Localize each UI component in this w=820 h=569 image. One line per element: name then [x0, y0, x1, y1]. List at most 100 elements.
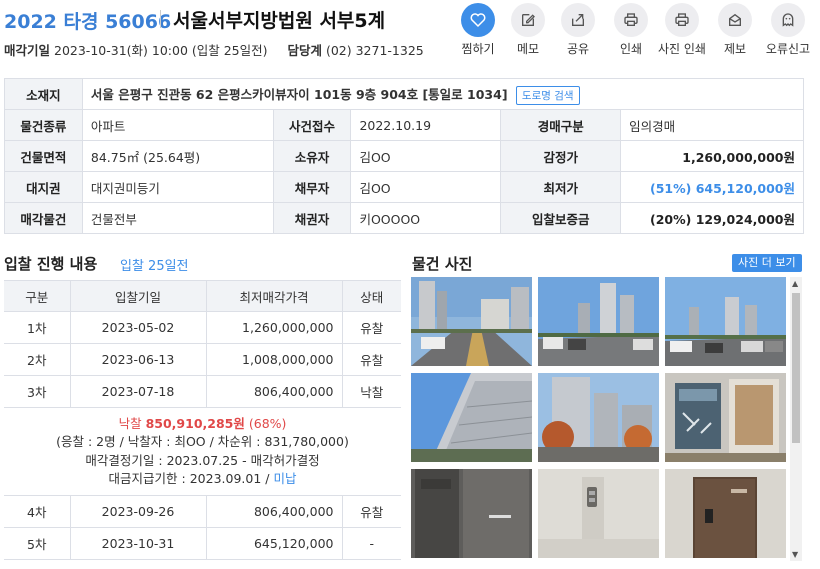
table-row: 1차 2023-05-02 1,260,000,000 유찰 [4, 311, 401, 344]
error-report-button[interactable]: 오류신고 [760, 3, 816, 57]
date-cell: 2023-10-31 [70, 527, 207, 560]
address-cell: 서울 은평구 진관동 62 은평스카이뷰자이 101동 9층 904호 [통일로… [81, 78, 805, 110]
table-row: 5차 2023-10-31 645,120,000 - [4, 527, 401, 560]
address-value: 서울 은평구 진관동 62 은평스카이뷰자이 101동 9층 904호 [통일로… [90, 86, 508, 102]
status-cell: 낙찰 [342, 375, 401, 408]
payment-line: 대금지급기한 : 2023.09.01 / 미납 [4, 470, 401, 489]
info-value: 2022.10.19 [350, 109, 502, 141]
memo-label: 메모 [516, 42, 540, 56]
more-photos-button[interactable]: 사진 더 보기 [732, 254, 802, 272]
photo-scrollbar[interactable]: ▲ ▼ [790, 277, 802, 561]
scroll-up-icon[interactable]: ▲ [792, 279, 798, 288]
road-search-button[interactable]: 도로명 검색 [515, 85, 580, 105]
sale-info: 매각기일 2023-10-31(화) 10:00 (입찰 25일전) 담당계 (… [4, 40, 424, 59]
property-photo[interactable] [538, 277, 659, 366]
deposit-value: (20%) 129,024,000원 [620, 202, 804, 234]
property-photo[interactable] [411, 469, 532, 558]
memo-button[interactable]: 메모 [500, 3, 556, 57]
bidding-dday: 입찰 25일전 [120, 259, 189, 274]
info-value: 84.75㎡ (25.64평) [81, 140, 274, 172]
sold-rate: (68%) [248, 415, 287, 431]
print-icon [665, 3, 699, 37]
info-row: 물건종류 아파트 사건접수 2022.10.19 경매구분 임의경매 [4, 109, 804, 141]
date-cell: 2023-07-18 [70, 375, 207, 408]
property-photo[interactable] [665, 469, 786, 558]
action-bar: 찜하기 메모 공유 인쇄 사진 인쇄 제보 오류신고 [450, 3, 818, 59]
info-label: 채무자 [272, 171, 352, 203]
scroll-thumb[interactable] [792, 293, 800, 443]
info-label: 채권자 [272, 202, 352, 234]
status-cell: - [342, 527, 401, 560]
report-label: 제보 [723, 42, 747, 56]
info-label: 입찰보증금 [500, 202, 622, 234]
property-photo[interactable] [411, 277, 532, 366]
round-cell: 3차 [4, 375, 71, 408]
property-photo[interactable] [665, 277, 786, 366]
favorite-label: 찜하기 [461, 42, 495, 56]
sale-detail: 낙찰 850,910,285원 (68%) (응찰 : 2명 / 낙찰자 : 최… [4, 407, 401, 496]
info-label: 매각물건 [4, 202, 83, 234]
case-number: 2022 타경 56066 [4, 11, 172, 33]
bidding-title: 입찰 진행 내용 [4, 255, 98, 273]
info-value: 임의경매 [620, 109, 804, 141]
column-header: 최저매각가격 [206, 280, 343, 312]
error-report-label: 오류신고 [765, 42, 811, 56]
price-cell: 806,400,000 [206, 495, 343, 528]
column-header: 상태 [342, 280, 401, 312]
property-photo[interactable] [665, 373, 786, 462]
status-cell: 유찰 [342, 495, 401, 528]
photo-print-label: 사진 인쇄 [658, 42, 706, 56]
share-label: 공유 [566, 42, 590, 56]
table-row: 2차 2023-06-13 1,008,000,000 유찰 [4, 343, 401, 376]
print-label: 인쇄 [619, 42, 643, 56]
share-button[interactable]: 공유 [550, 3, 606, 57]
payment-deadline: 대금지급기한 : 2023.09.01 / [108, 471, 274, 486]
sold-price: 850,910,285원 [145, 415, 245, 431]
address-label: 소재지 [4, 78, 83, 110]
print-icon [614, 3, 648, 37]
divider [160, 10, 161, 28]
photo-grid [411, 277, 789, 561]
status-cell: 유찰 [342, 311, 401, 344]
info-value: 대지권미등기 [81, 171, 274, 203]
info-value: 김OO [350, 171, 502, 203]
scroll-down-icon[interactable]: ▼ [792, 550, 798, 559]
info-value: 키OOOOO [350, 202, 502, 234]
info-label: 최저가 [500, 171, 622, 203]
sale-detail-row: 낙찰 850,910,285원 (68%) (응찰 : 2명 / 낙찰자 : 최… [4, 407, 401, 496]
favorite-button[interactable]: 찜하기 [450, 3, 506, 57]
info-label: 감정가 [500, 140, 622, 172]
status-cell: 유찰 [342, 343, 401, 376]
info-label: 사건접수 [272, 109, 352, 141]
info-value: 아파트 [81, 109, 274, 141]
bidding-header-row: 구분 입찰기일 최저매각가격 상태 [4, 280, 401, 312]
table-row: 3차 2023-07-18 806,400,000 낙찰 [4, 375, 401, 408]
property-photo[interactable] [538, 373, 659, 462]
sold-line: 낙찰 850,910,285원 (68%) [4, 415, 401, 434]
property-photo[interactable] [411, 373, 532, 462]
photo-print-button[interactable]: 사진 인쇄 [654, 3, 710, 57]
round-cell: 5차 [4, 527, 71, 560]
price-cell: 806,400,000 [206, 375, 343, 408]
info-value: 김OO [350, 140, 502, 172]
ghost-icon [771, 3, 805, 37]
sold-label: 낙찰 [118, 415, 142, 431]
column-header: 입찰기일 [70, 280, 207, 312]
table-row: 4차 2023-09-26 806,400,000 유찰 [4, 495, 401, 528]
dept-label: 담당계 [287, 43, 322, 58]
property-photo[interactable] [538, 469, 659, 558]
price-cell: 1,008,000,000 [206, 343, 343, 376]
info-value: 건물전부 [81, 202, 274, 234]
info-row: 대지권 대지권미등기 채무자 김OO 최저가 (51%) 645,120,000… [4, 171, 804, 203]
date-cell: 2023-06-13 [70, 343, 207, 376]
dept-phone: (02) 3271-1325 [325, 43, 424, 58]
info-label: 대지권 [4, 171, 83, 203]
date-cell: 2023-05-02 [70, 311, 207, 344]
share-icon [561, 3, 595, 37]
court-name: 서울서부지방법원 서부5계 [173, 10, 386, 32]
price-cell: 1,260,000,000 [206, 311, 343, 344]
info-label: 경매구분 [500, 109, 622, 141]
column-header: 구분 [4, 280, 71, 312]
print-button[interactable]: 인쇄 [603, 3, 659, 57]
report-button[interactable]: 제보 [707, 3, 763, 57]
